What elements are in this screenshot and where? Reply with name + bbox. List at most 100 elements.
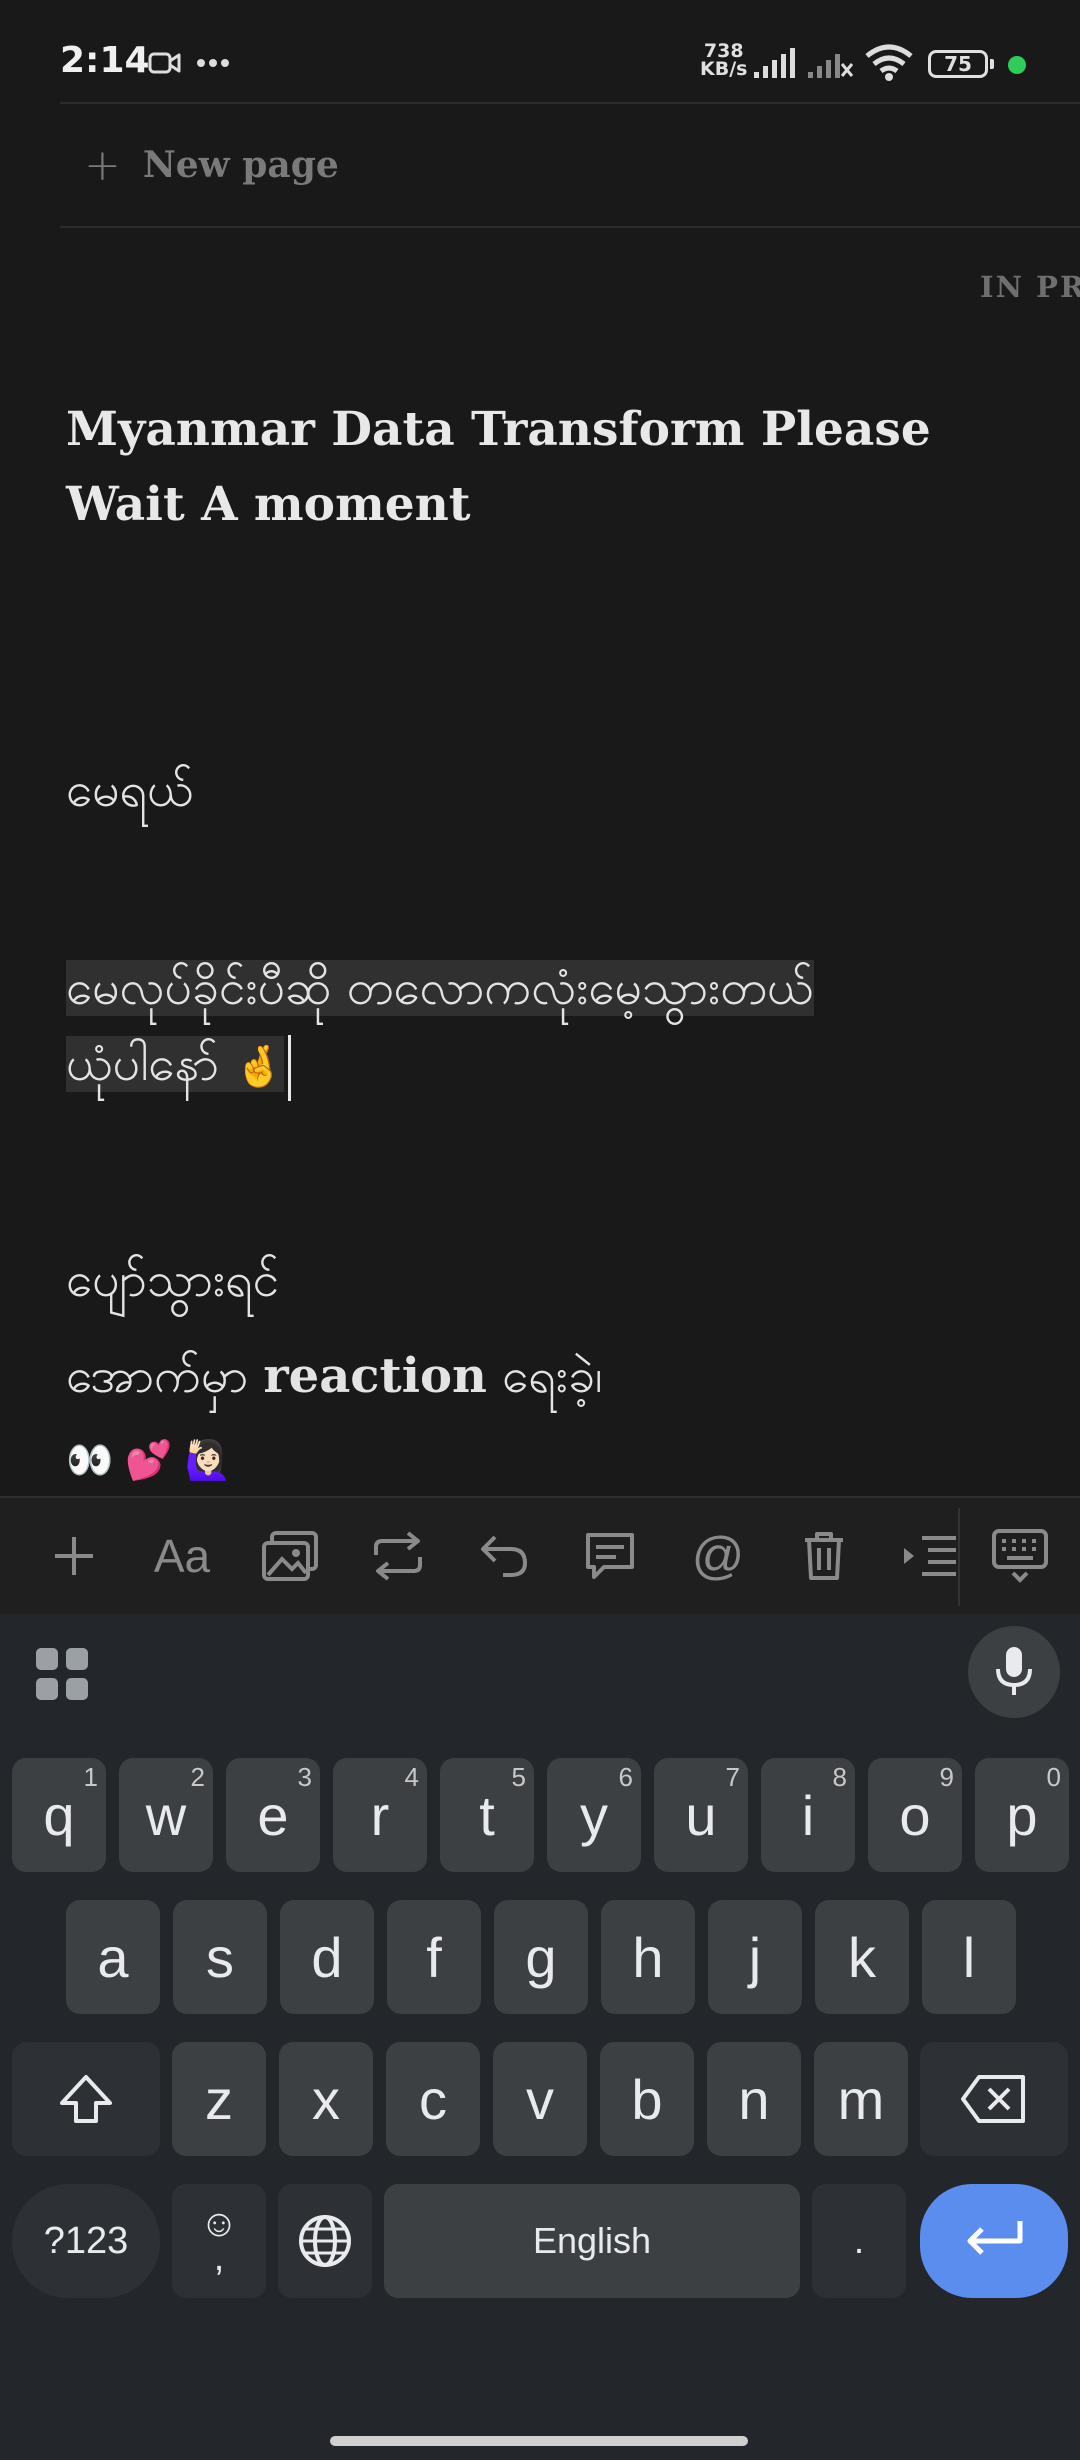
enter-icon [967,2221,1023,2255]
plus-icon [55,1537,93,1575]
key-a[interactable]: a [66,1900,160,2014]
key-label: t [479,1783,495,1847]
key-c[interactable]: c [386,2042,480,2156]
mention-button[interactable]: @ [678,1516,758,1596]
key-h[interactable]: h [601,1900,695,2014]
key-g[interactable]: g [494,1900,588,2014]
key-label: ?123 [43,2219,129,2262]
selected-text: မေလုပ်ခိုင်းပီဆို တလောကလုံးမေ့သွားတယ် [66,960,814,1016]
key-u[interactable]: u7 [654,1758,748,1872]
key-m[interactable]: m [814,2042,908,2156]
period-key[interactable]: . [812,2184,906,2298]
key-v[interactable]: v [493,2042,587,2156]
key-label: c [419,2067,447,2131]
key-y[interactable]: y6 [547,1758,641,1872]
key-label: d [311,1925,343,1989]
emoji-comma-key[interactable]: ☺, [172,2184,266,2298]
voice-input-button[interactable] [968,1626,1060,1718]
language-key[interactable] [278,2184,372,2298]
indent-icon [904,1536,956,1576]
key-label: English [532,2220,652,2261]
text-style-icon: Aa [153,1530,211,1582]
video-camera-icon [148,52,181,74]
hide-keyboard-button[interactable] [980,1516,1060,1596]
insert-image-button[interactable] [250,1516,330,1596]
key-label: n [738,2067,770,2131]
key-o[interactable]: o9 [868,1758,962,1872]
key-label: o [899,1783,931,1847]
enter-key[interactable] [920,2184,1068,2298]
backspace-icon [961,2075,1025,2123]
key-d[interactable]: d [280,1900,374,2014]
key-w[interactable]: w2 [119,1758,213,1872]
battery-indicator: 75 [928,50,994,78]
text-block-selected[interactable]: မေလုပ်ခိုင်းပီဆို တလောကလုံးမေ့သွားတယ် ယု… [66,950,814,1105]
key-hint: 5 [511,1762,526,1792]
key-z[interactable]: z [172,2042,266,2156]
globe-icon [299,2215,351,2267]
key-hint: 8 [832,1762,847,1792]
emoji-line[interactable]: 👀 💕 🙋🏻‍♀️ [66,1424,232,1496]
key-hint: 1 [83,1762,98,1792]
key-label: e [257,1783,289,1847]
signal-icon [754,48,795,78]
key-l[interactable]: l [922,1900,1016,2014]
key-p[interactable]: p0 [975,1758,1069,1872]
key-j[interactable]: j [708,1900,802,2014]
space-bar[interactable]: English [384,2184,800,2298]
gesture-navigation-bar[interactable] [330,2436,748,2446]
wifi-icon [865,44,913,81]
new-page-button[interactable]: + New page [60,130,339,200]
at-sign-icon: @ [691,1527,745,1585]
text-block[interactable]: မေရယ် [66,752,194,828]
shift-key[interactable] [12,2042,160,2156]
key-label: f [426,1925,442,1989]
text-style-button[interactable]: Aa [142,1516,222,1596]
divider [60,102,1080,104]
keyboard-apps-icon[interactable] [34,1646,90,1702]
key-t[interactable]: t5 [440,1758,534,1872]
key-label: g [525,1925,557,1989]
key-q[interactable]: q1 [12,1758,106,1872]
key-label: p [1006,1783,1038,1847]
trash-icon [805,1532,843,1580]
key-n[interactable]: n [707,2042,801,2156]
key-r[interactable]: r4 [333,1758,427,1872]
undo-button[interactable] [464,1516,544,1596]
key-b[interactable]: b [600,2042,694,2156]
key-label: h [632,1925,664,1989]
delete-button[interactable] [784,1516,864,1596]
key-f[interactable]: f [387,1900,481,2014]
repeat-icon [374,1531,422,1581]
toolbar-divider [958,1508,960,1606]
key-e[interactable]: e3 [226,1758,320,1872]
key-hint: 6 [618,1762,633,1792]
key-s[interactable]: s [173,1900,267,2014]
key-label: v [526,2067,554,2131]
privacy-indicator-dot [1008,56,1026,74]
editor-toolbar: Aa @ [0,1496,1080,1616]
key-k[interactable]: k [815,1900,909,2014]
backspace-key[interactable] [920,2042,1068,2156]
key-x[interactable]: x [279,2042,373,2156]
key-hint: 7 [725,1762,740,1792]
key-label: a [97,1925,129,1989]
key-label: s [206,1925,234,1989]
page-title[interactable]: Myanmar Data Transform Please Wait A mom… [66,392,1026,542]
network-speed: 738 KB/s [700,40,748,80]
text-block[interactable]: ပျော်သွားရင် [66,1242,279,1318]
key-label: i [801,1783,815,1847]
turn-into-button[interactable] [358,1516,438,1596]
text-block[interactable]: အောက်မှာ reaction ရေးခဲ့၊ [66,1338,603,1414]
key-label: j [748,1925,762,1989]
key-i[interactable]: i8 [761,1758,855,1872]
key-label: k [848,1925,876,1989]
add-block-button[interactable] [34,1516,114,1596]
key-label: , [213,2237,225,2279]
undo-icon [481,1535,528,1577]
key-hint: 2 [190,1762,205,1792]
comment-button[interactable] [570,1516,650,1596]
symbols-key[interactable]: ?123 [12,2184,160,2298]
key-label: w [145,1783,187,1847]
key-label: u [685,1783,717,1847]
